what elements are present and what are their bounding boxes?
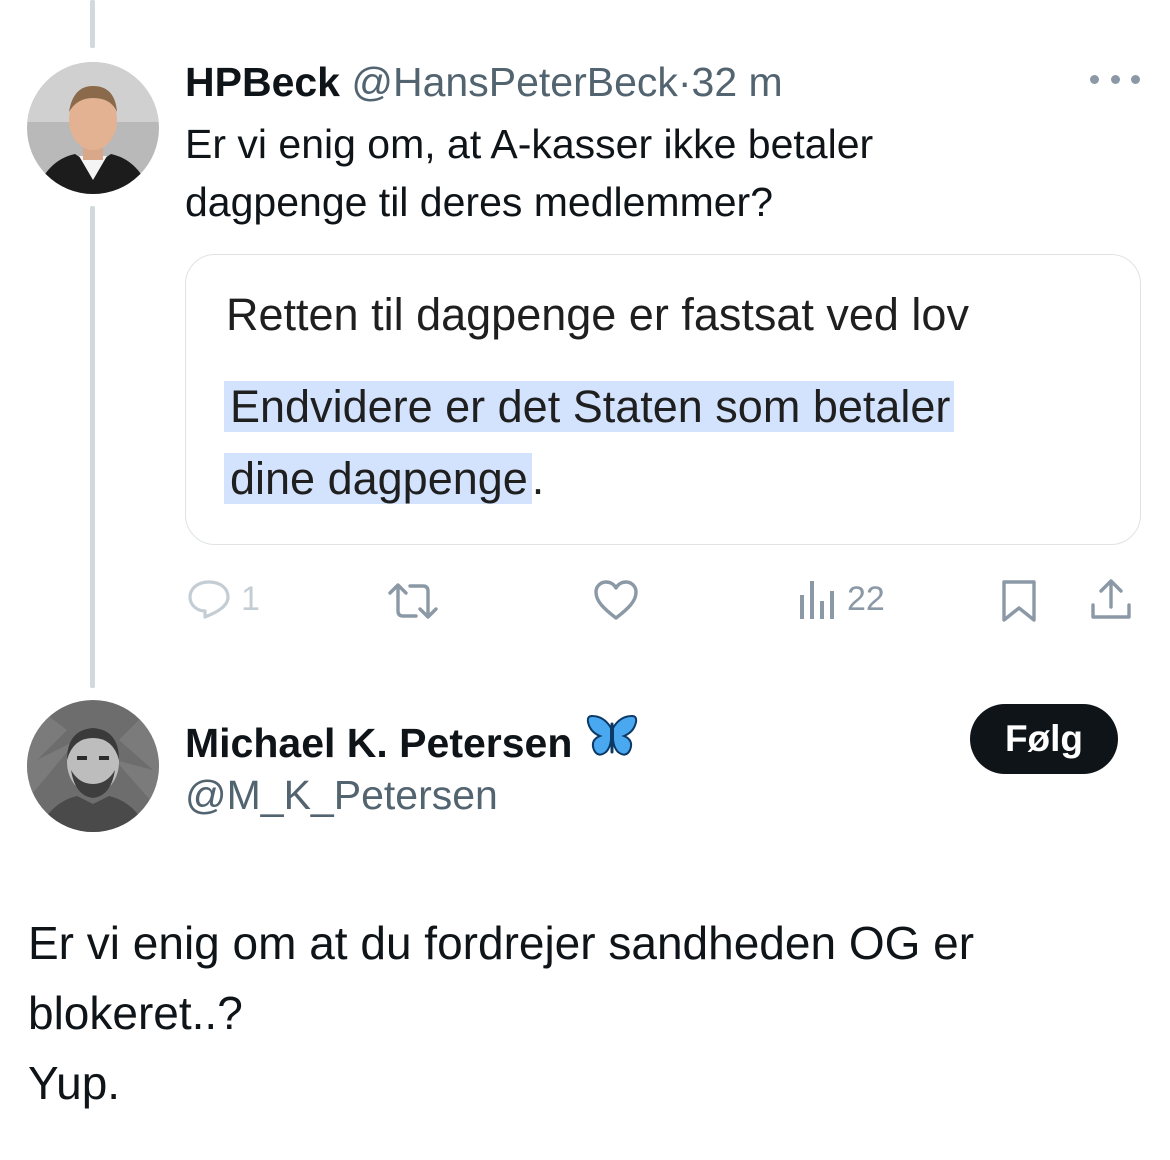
card-text-line: Retten til dagpenge er fastsat ved lov — [226, 289, 969, 340]
tweet2-display-name-row: Michael K. Petersen — [185, 714, 638, 771]
tweet2-display-name[interactable]: Michael K. Petersen — [185, 718, 572, 768]
share-icon — [1089, 577, 1133, 621]
thread-line-top — [90, 0, 95, 48]
bookmark-icon — [1000, 579, 1038, 623]
avatar-m-k-petersen[interactable] — [27, 700, 159, 832]
butterfly-icon — [586, 714, 638, 771]
like-button[interactable] — [593, 579, 639, 621]
tweet1-header: HPBeck @HansPeterBeck·32 m — [185, 58, 783, 106]
tweet1-display-name[interactable]: HPBeck — [185, 59, 340, 105]
retweet-button[interactable] — [386, 581, 440, 621]
reply-icon — [187, 579, 231, 619]
views-button[interactable]: 22 — [797, 577, 885, 621]
reply-button[interactable]: 1 — [187, 579, 260, 619]
tweet1-separator: · — [677, 59, 692, 105]
heart-icon — [593, 579, 639, 621]
tweet1-timestamp[interactable]: 32 m — [692, 59, 783, 105]
more-horizontal-icon[interactable] — [1090, 64, 1140, 94]
tweet2-text: Er vi enig om at du fordrejer sandheden … — [28, 908, 1138, 1118]
bookmark-button[interactable] — [1000, 579, 1038, 623]
tweet1-image-card[interactable]: Retten til dagpenge er fastsat ved lov E… — [185, 254, 1141, 545]
avatar-hpbeck[interactable] — [27, 62, 159, 194]
tweet1-handle[interactable]: @HansPeterBeck — [351, 59, 677, 105]
tweet2-text-line: blokeret..? — [28, 987, 243, 1039]
views-count: 22 — [847, 579, 885, 618]
card-highlighted-text: Endvidere er det Staten som betaler dine… — [224, 371, 1124, 515]
bar-chart-icon — [797, 577, 837, 621]
tweet1-text-line: dagpenge til deres medlemmer? — [185, 179, 773, 225]
reply-count: 1 — [241, 579, 260, 618]
tweet1-action-bar: 1 22 — [0, 575, 1170, 625]
tweet2-text-line: Yup. — [28, 1057, 121, 1109]
card-period: . — [531, 453, 545, 504]
tweet2-text-line: Er vi enig om at du fordrejer sandheden … — [28, 917, 975, 969]
card-highlight: Endvidere er det Staten som betaler — [224, 381, 955, 432]
retweet-icon — [386, 581, 440, 621]
card-highlight: dine dagpenge — [224, 453, 532, 504]
tweet1-text-line: Er vi enig om, at A-kasser ikke betaler — [185, 121, 874, 167]
follow-button[interactable]: Følg — [970, 704, 1118, 774]
share-button[interactable] — [1089, 577, 1133, 621]
tweet2-handle[interactable]: @M_K_Petersen — [185, 770, 498, 820]
tweet1-text: Er vi enig om, at A-kasser ikke betaler … — [185, 115, 1085, 231]
